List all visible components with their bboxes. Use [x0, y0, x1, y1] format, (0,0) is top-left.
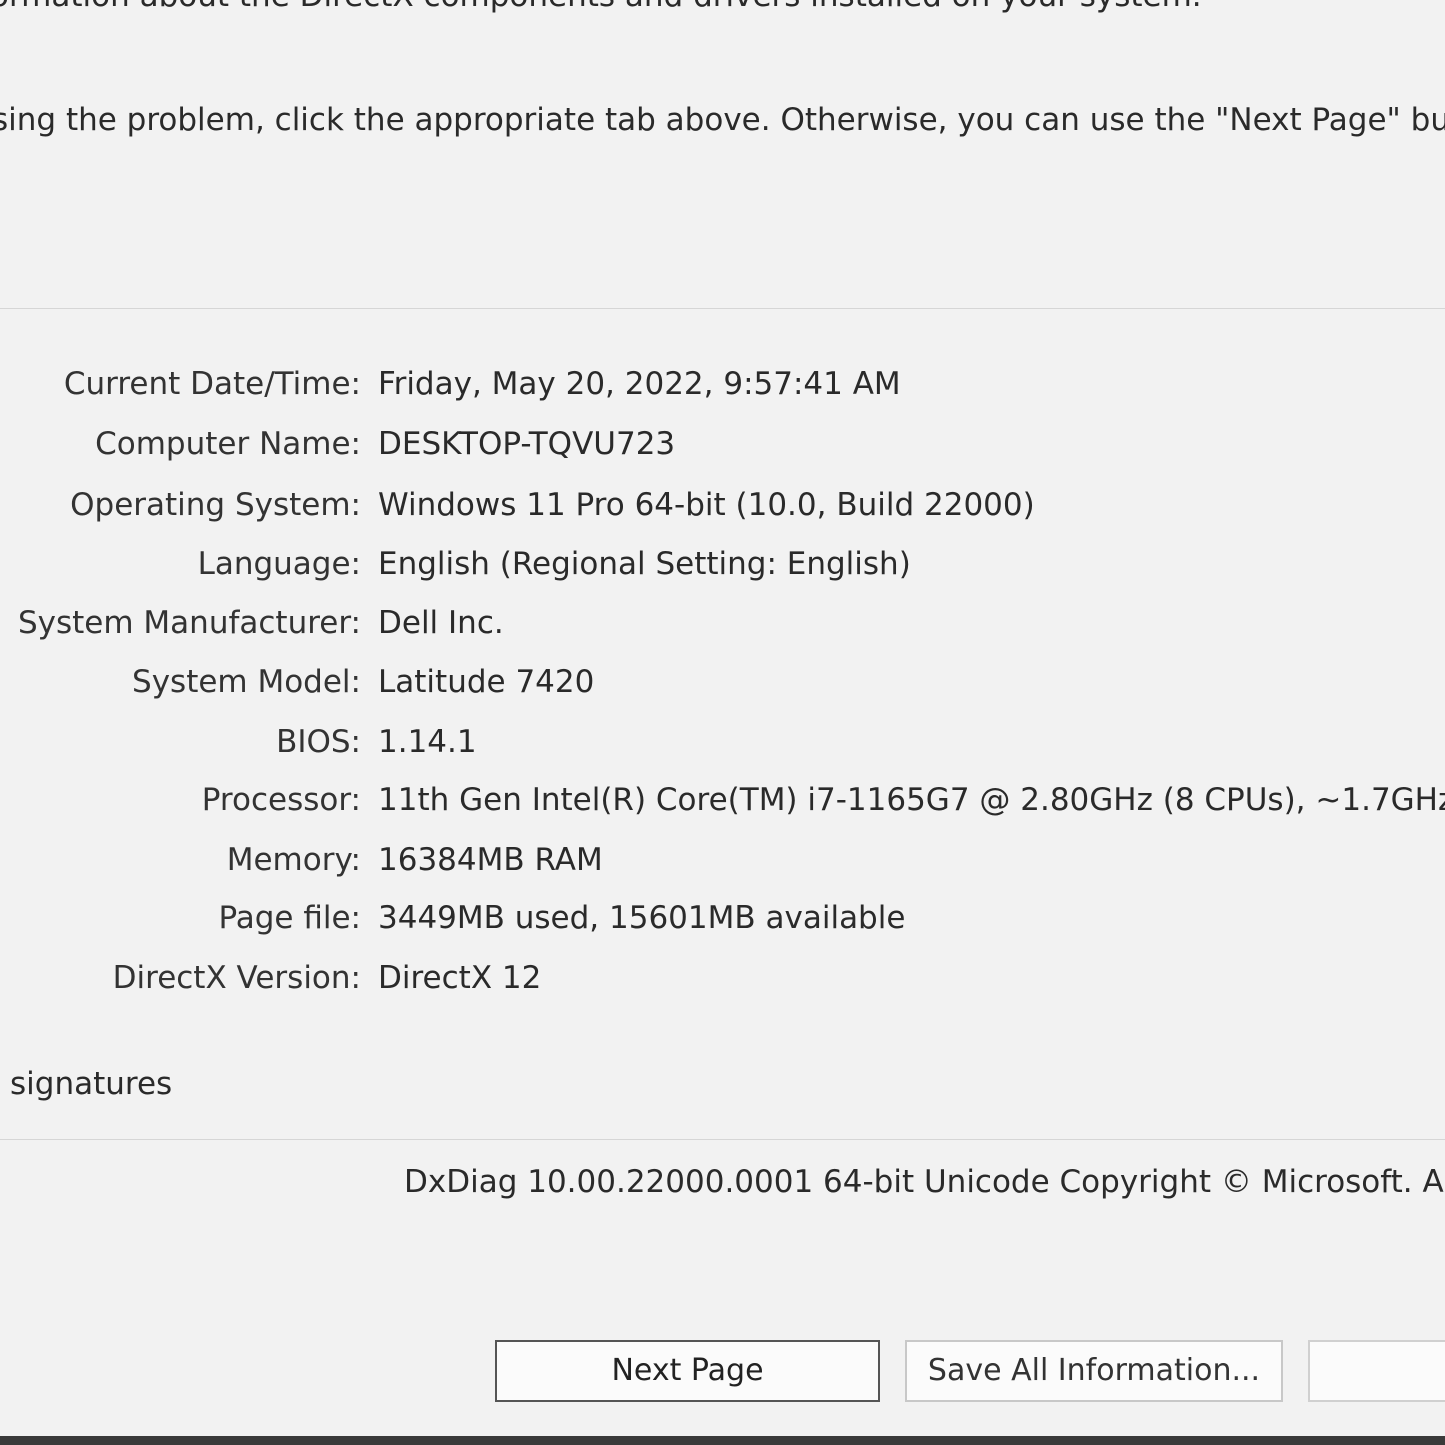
info-value: 3449MB used, 15601MB available	[378, 900, 906, 936]
info-label: System Manufacturer:	[17, 605, 361, 641]
info-value: English (Regional Setting: English)	[378, 546, 911, 582]
check-signatures-label[interactable]: signatures	[10, 1066, 172, 1102]
info-row-directx-version: DirectX Version: DirectX 12	[0, 960, 1445, 1010]
info-row-memory: Memory: 16384MB RAM	[0, 842, 1445, 892]
info-row-bios: BIOS: 1.14.1	[0, 724, 1445, 774]
info-row-system-model: System Model: Latitude 7420	[0, 664, 1445, 714]
window-bottom-edge	[0, 1436, 1445, 1445]
info-value: 16384MB RAM	[378, 842, 603, 878]
save-all-information-button[interactable]: Save All Information...	[905, 1340, 1283, 1402]
info-value: 11th Gen Intel(R) Core(TM) i7-1165G7 @ 2…	[378, 782, 1445, 818]
info-row-operating-system: Operating System: Windows 11 Pro 64-bit …	[0, 487, 1445, 537]
section-divider-top	[0, 308, 1445, 309]
info-value: Friday, May 20, 2022, 9:57:41 AM	[378, 366, 901, 402]
partial-button[interactable]	[1308, 1340, 1445, 1402]
info-row-date-time: Current Date/Time: Friday, May 20, 2022,…	[0, 366, 1445, 416]
info-label: Computer Name:	[95, 426, 361, 462]
info-row-language: Language: English (Regional Setting: Eng…	[0, 546, 1445, 596]
info-value: Windows 11 Pro 64-bit (10.0, Build 22000…	[378, 487, 1035, 523]
info-row-computer-name: Computer Name: DESKTOP-TQVU723	[0, 426, 1445, 476]
section-divider-bottom	[0, 1139, 1445, 1140]
info-value: Latitude 7420	[378, 664, 595, 700]
next-page-button[interactable]: Next Page	[495, 1340, 880, 1402]
info-label: Page file:	[218, 900, 361, 936]
intro-text-line-1: ormation about the DirectX components an…	[0, 0, 1202, 14]
intro-text-line-2: sing the problem, click the appropriate …	[0, 102, 1445, 138]
info-value: DESKTOP-TQVU723	[378, 426, 676, 462]
info-label: Processor:	[201, 782, 361, 818]
info-label: Current Date/Time:	[63, 366, 361, 402]
info-row-processor: Processor: 11th Gen Intel(R) Core(TM) i7…	[0, 782, 1445, 832]
info-label: DirectX Version:	[112, 960, 361, 996]
info-value: Dell Inc.	[378, 605, 504, 641]
copyright-footer: DxDiag 10.00.22000.0001 64-bit Unicode C…	[404, 1164, 1445, 1200]
info-label: Memory:	[226, 842, 361, 878]
info-label: Operating System:	[70, 487, 361, 523]
info-label: BIOS:	[276, 724, 361, 760]
info-label: System Model:	[132, 664, 361, 700]
info-value: DirectX 12	[378, 960, 542, 996]
info-value: 1.14.1	[378, 724, 477, 760]
info-label: Language:	[197, 546, 361, 582]
info-row-page-file: Page file: 3449MB used, 15601MB availabl…	[0, 900, 1445, 950]
info-row-system-manufacturer: System Manufacturer: Dell Inc.	[0, 605, 1445, 655]
